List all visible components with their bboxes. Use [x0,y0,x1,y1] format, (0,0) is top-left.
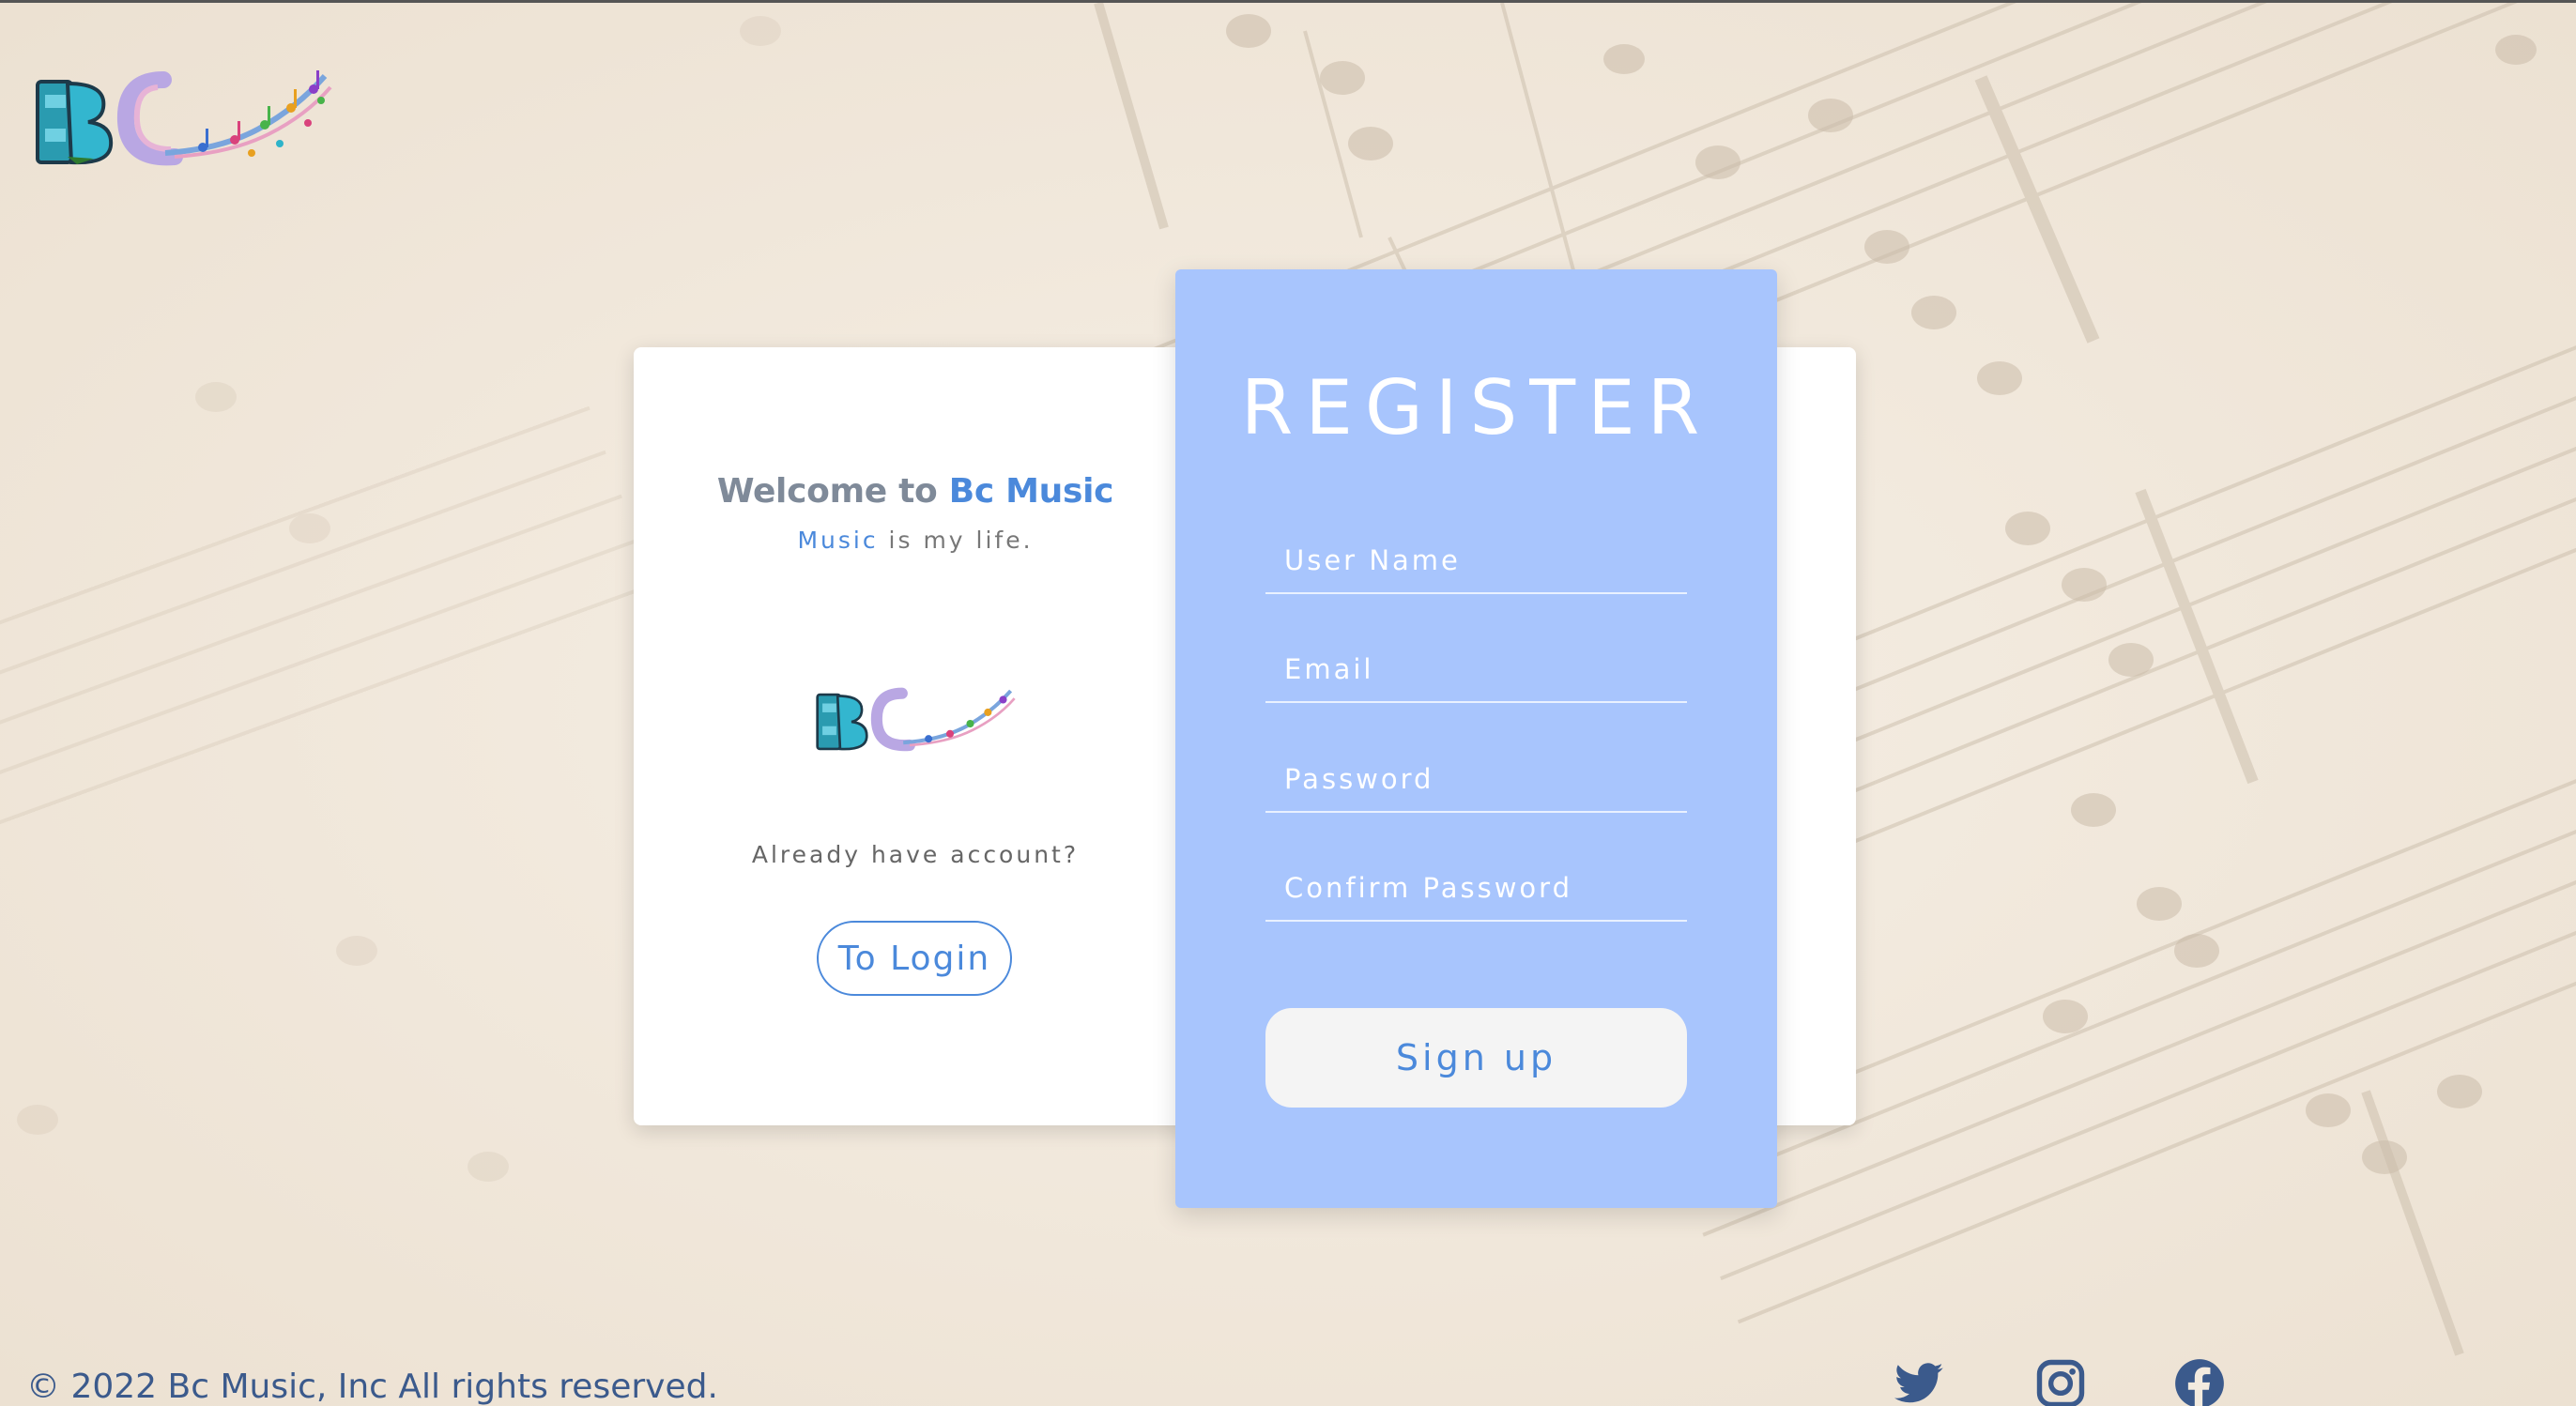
welcome-prefix: Welcome to [716,472,949,511]
email-input[interactable] [1265,637,1687,703]
facebook-icon[interactable] [2172,1358,2227,1406]
confirm-password-input[interactable] [1265,856,1687,922]
password-input[interactable] [1265,747,1687,813]
already-have-account-text: Already have account? [751,841,1080,868]
username-input[interactable] [1265,528,1687,594]
sign-up-button[interactable]: Sign up [1265,1008,1687,1108]
tagline-accent: Music [797,527,879,554]
welcome-heading: Welcome to Bc Music [634,472,1197,511]
tagline-rest: is my life. [878,527,1034,554]
instagram-icon[interactable] [2033,1358,2088,1406]
welcome-brand-name: Bc Music [948,472,1114,511]
copyright-text: © 2022 Bc Music, Inc All rights reserved… [26,1368,718,1406]
brand-logo[interactable] [34,63,338,176]
register-title: REGISTER [1240,364,1712,451]
to-login-button[interactable]: To Login [817,921,1012,996]
card-logo [816,687,1016,752]
tagline: Music is my life. [634,527,1197,554]
twitter-icon[interactable] [1893,1358,1947,1406]
